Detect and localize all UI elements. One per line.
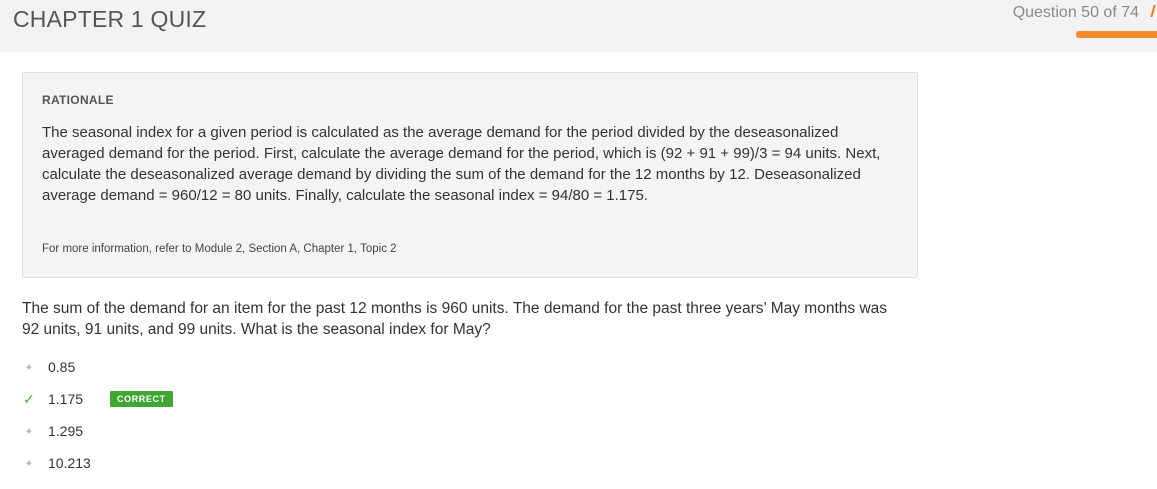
question-text: The sum of the demand for an item for th… [22,300,888,338]
answer-option[interactable]: ◆ 1.295 [22,420,422,442]
check-icon: ✓ [23,390,35,407]
answer-option[interactable]: ◆ 10.213 [22,452,422,474]
answer-option-label: 1.175 [48,391,84,407]
bullet-icon: ◆ [26,364,32,371]
quiz-header: CHAPTER 1 QUIZ Question 50 of 74 [0,0,1157,52]
rationale-text: The seasonal index for a given period is… [42,124,881,204]
bullet-icon: ◆ [26,460,32,467]
quiz-title: CHAPTER 1 QUIZ [13,6,207,32]
rationale-panel: RATIONALE The seasonal index for a given… [22,72,918,278]
rationale-heading: RATIONALE [42,93,114,107]
rationale-reference: For more information, refer to Module 2,… [42,243,397,255]
answer-option-label: 1.295 [48,423,84,439]
correct-badge: CORRECT [110,391,173,407]
answer-option[interactable]: ◆ 0.85 [22,356,422,378]
answer-option-selected[interactable]: ✓ 1.175 CORRECT [22,388,422,410]
bullet-icon: ◆ [26,428,32,435]
progress-bar [1076,31,1157,38]
answer-option-label: 0.85 [48,359,76,375]
answer-option-label: 10.213 [48,455,91,471]
question-progress-text: Question 50 of 74 [1012,4,1139,21]
progress-marker [1150,5,1156,17]
